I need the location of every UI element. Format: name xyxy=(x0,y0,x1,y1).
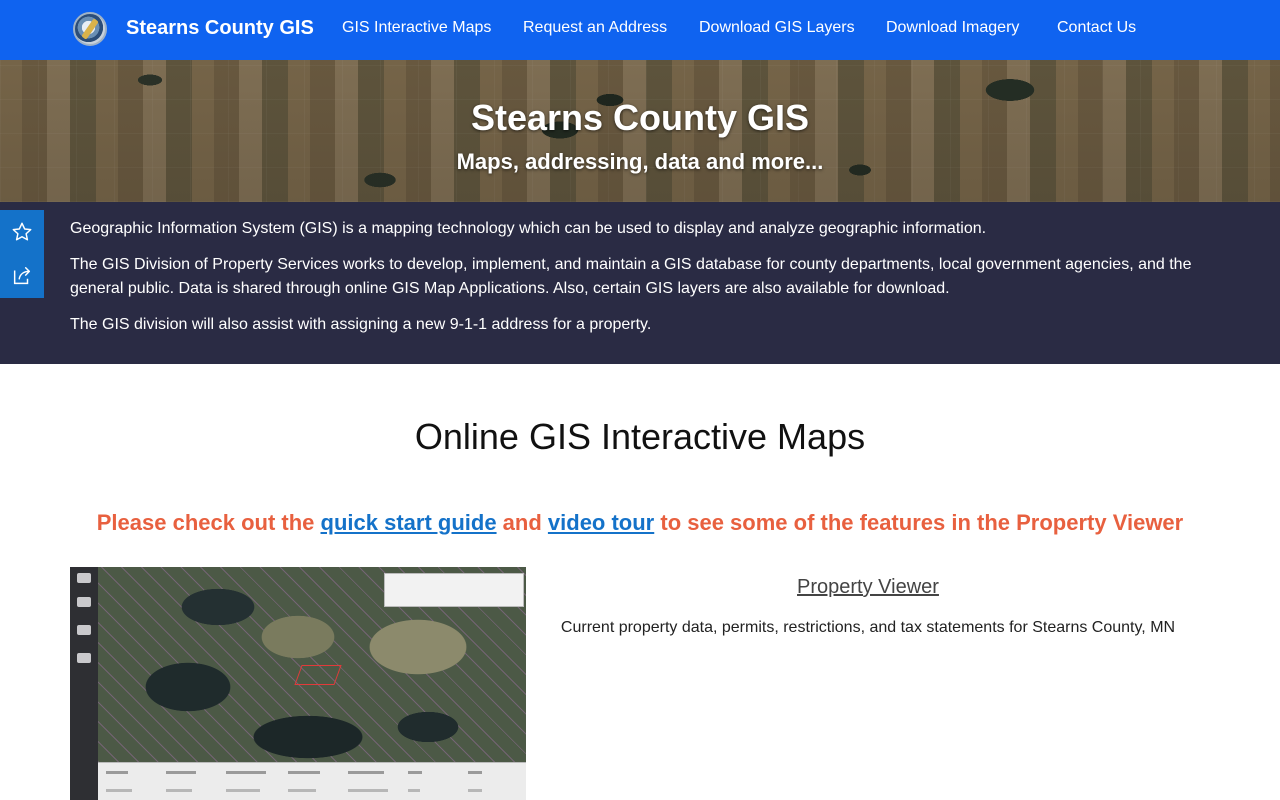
share-button[interactable] xyxy=(0,254,44,298)
promo-text: Please check out the quick start guide a… xyxy=(0,510,1280,536)
promo-text-middle: and xyxy=(496,510,548,535)
selected-parcel-outline xyxy=(294,665,342,685)
map-property-panel xyxy=(384,573,524,607)
map-attribute-table xyxy=(98,762,526,800)
intro-paragraph-2: The GIS Division of Property Services wo… xyxy=(70,256,1192,297)
share-icon xyxy=(13,267,31,285)
video-tour-link[interactable]: video tour xyxy=(548,510,654,535)
property-viewer-description: Current property data, permits, restrict… xyxy=(560,619,1176,636)
intro-paragraph-1: Geographic Information System (GIS) is a… xyxy=(70,220,987,237)
intro-paragraph-3: The GIS division will also assist with a… xyxy=(70,316,652,333)
promo-text-before: Please check out the xyxy=(96,510,321,535)
nav-download-imagery[interactable]: Download Imagery xyxy=(886,19,1019,37)
hero-subtitle: Maps, addressing, data and more... xyxy=(456,149,824,174)
promo-text-after: to see some of the features in the Prope… xyxy=(654,510,1184,535)
intro-section: Geographic Information System (GIS) is a… xyxy=(0,202,1280,364)
favorite-button[interactable] xyxy=(0,210,44,254)
section-title: Online GIS Interactive Maps xyxy=(414,416,866,457)
side-toolbar xyxy=(0,210,44,298)
top-navigation-bar: Stearns County GIS GIS Interactive Maps … xyxy=(0,0,1280,60)
nav-contact-us[interactable]: Contact Us xyxy=(1057,19,1136,37)
property-viewer-thumbnail[interactable] xyxy=(70,567,526,800)
site-title[interactable]: Stearns County GIS xyxy=(126,17,314,40)
hero-title: Stearns County GIS xyxy=(470,97,810,138)
property-viewer-link[interactable]: Property Viewer xyxy=(558,576,1178,599)
map-toolbar xyxy=(70,567,98,800)
star-icon xyxy=(12,222,32,241)
hero-banner: Stearns County GIS Maps, addressing, dat… xyxy=(0,60,1280,202)
county-logo[interactable] xyxy=(73,12,107,46)
nav-download-gis-layers[interactable]: Download GIS Layers xyxy=(699,19,855,37)
quick-start-guide-link[interactable]: quick start guide xyxy=(321,510,497,535)
nav-gis-interactive-maps[interactable]: GIS Interactive Maps xyxy=(342,19,491,37)
nav-request-an-address[interactable]: Request an Address xyxy=(523,19,667,37)
